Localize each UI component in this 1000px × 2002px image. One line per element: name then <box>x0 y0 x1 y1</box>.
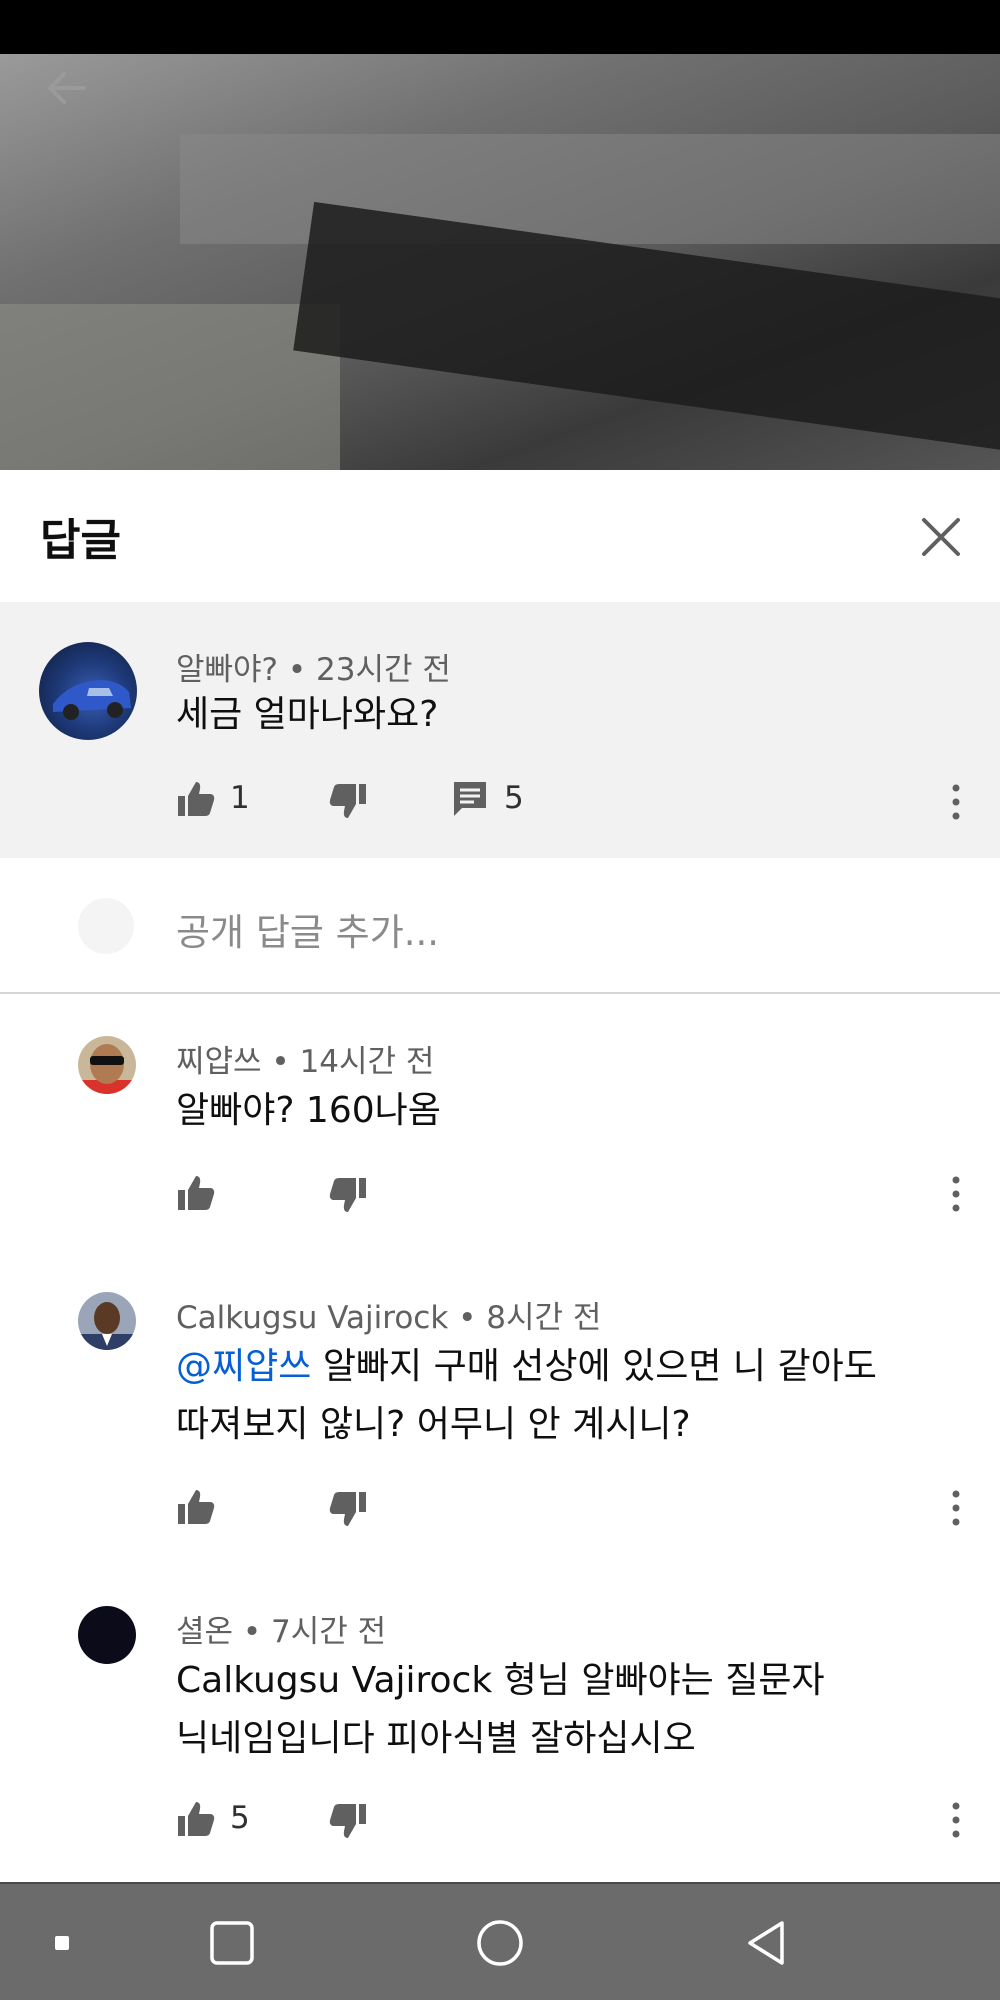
comment-meta: 알빠야? • 23시간 전 <box>176 644 451 689</box>
more-options-icon[interactable] <box>948 782 964 822</box>
add-reply-row[interactable]: 공개 답글 추가... <box>0 858 1000 994</box>
thumbs-up-icon <box>178 1802 215 1836</box>
comment-actions: 5 <box>176 1798 576 1842</box>
comment-author[interactable]: 알빠야? <box>176 652 278 688</box>
comment-time: 8시간 전 <box>486 1300 602 1336</box>
comment-meta: 찌얍쓰 • 14시간 전 <box>176 1036 434 1081</box>
meta-separator: • <box>278 652 317 688</box>
parent-comment: 알빠야? • 23시간 전 세금 얼마나와요? 1 5 <box>0 602 1000 858</box>
avatar[interactable] <box>39 642 137 740</box>
back-arrow-icon[interactable] <box>44 66 88 110</box>
video-frame-shape <box>0 304 340 470</box>
comment-text-line: 따져보지 않니? 어무니 안 계시니? <box>176 1404 691 1445</box>
meta-separator: • <box>233 1614 272 1650</box>
video-frame-shape <box>180 134 1000 244</box>
reply-count-button[interactable]: 5 <box>450 778 524 818</box>
more-options-icon[interactable] <box>948 1800 964 1840</box>
like-count: 1 <box>230 780 250 816</box>
sheet-title: 답글 <box>40 515 121 566</box>
like-button[interactable] <box>176 1486 230 1526</box>
mention-link[interactable]: @찌얍쓰 <box>176 1346 311 1387</box>
comment-author[interactable]: 찌얍쓰 <box>176 1044 262 1080</box>
more-options-icon[interactable] <box>948 1174 964 1214</box>
reply-count: 5 <box>504 780 524 816</box>
thumbs-up-icon <box>178 782 215 816</box>
dislike-button[interactable] <box>328 1490 368 1530</box>
dislike-button[interactable] <box>328 1176 368 1216</box>
dislike-button[interactable] <box>328 782 368 822</box>
comment-text-line: 닉네임입니다 피아식별 잘하십시오 <box>176 1718 696 1759</box>
comment-author[interactable]: 셜온 <box>176 1614 233 1650</box>
comment-actions: 1 5 <box>176 778 976 822</box>
comment-text-line: Calkugsu Vajirock 형님 알빠야는 질문자 <box>176 1660 825 1701</box>
like-button[interactable]: 1 <box>176 778 250 818</box>
comment-meta: 셜온 • 7시간 전 <box>176 1606 386 1651</box>
close-icon[interactable] <box>918 514 964 560</box>
nav-recents-button[interactable] <box>172 1884 292 2002</box>
thumbs-down-icon <box>329 784 366 818</box>
comment-actions <box>176 1486 576 1530</box>
like-button[interactable]: 5 <box>176 1798 250 1838</box>
comment-meta: Calkugsu Vajirock • 8시간 전 <box>176 1292 601 1337</box>
recents-square-icon <box>210 1921 254 1965</box>
home-circle-icon <box>477 1920 523 1966</box>
video-player[interactable] <box>0 54 1000 470</box>
meta-separator: • <box>261 1044 300 1080</box>
reply-input[interactable]: 공개 답글 추가... <box>176 902 439 956</box>
comment-text: 세금 얼마나와요? <box>176 694 439 735</box>
back-triangle-icon <box>748 1921 784 1965</box>
comment-icon <box>454 782 486 816</box>
system-nav-bar <box>0 1882 1000 2000</box>
comment-actions <box>176 1172 576 1216</box>
thumbs-down-icon <box>329 1492 366 1526</box>
like-button[interactable] <box>176 1172 230 1212</box>
nav-back-button[interactable] <box>706 1884 826 2002</box>
comment-time: 14시간 전 <box>299 1044 435 1080</box>
comment-text-line: 알빠지 구매 선상에 있으면 니 같아도 <box>311 1346 877 1387</box>
nav-menu-button[interactable] <box>2 1884 122 2002</box>
avatar[interactable] <box>78 1036 136 1094</box>
avatar[interactable] <box>78 1292 136 1350</box>
small-square-icon <box>55 1936 69 1950</box>
dislike-button[interactable] <box>328 1802 368 1842</box>
thumbs-up-icon <box>178 1490 215 1524</box>
comment-text: @찌얍쓰 알빠지 구매 선상에 있으면 니 같아도 <box>176 1338 877 1396</box>
thumbs-down-icon <box>329 1178 366 1212</box>
thumbs-down-icon <box>329 1804 366 1838</box>
thumbs-up-icon <box>178 1176 215 1210</box>
replies-header: 답글 <box>0 470 1000 602</box>
nav-home-button[interactable] <box>440 1884 560 2002</box>
comment-author[interactable]: Calkugsu Vajirock <box>176 1300 448 1336</box>
status-bar <box>0 0 1000 54</box>
more-options-icon[interactable] <box>948 1488 964 1528</box>
like-count: 5 <box>230 1800 250 1836</box>
avatar[interactable] <box>78 1606 136 1664</box>
comment-text: 알빠야? 160나옴 <box>176 1090 441 1131</box>
comment-time: 23시간 전 <box>316 652 451 688</box>
comment-time: 7시간 전 <box>271 1614 387 1650</box>
meta-separator: • <box>448 1300 487 1336</box>
avatar <box>78 898 134 954</box>
